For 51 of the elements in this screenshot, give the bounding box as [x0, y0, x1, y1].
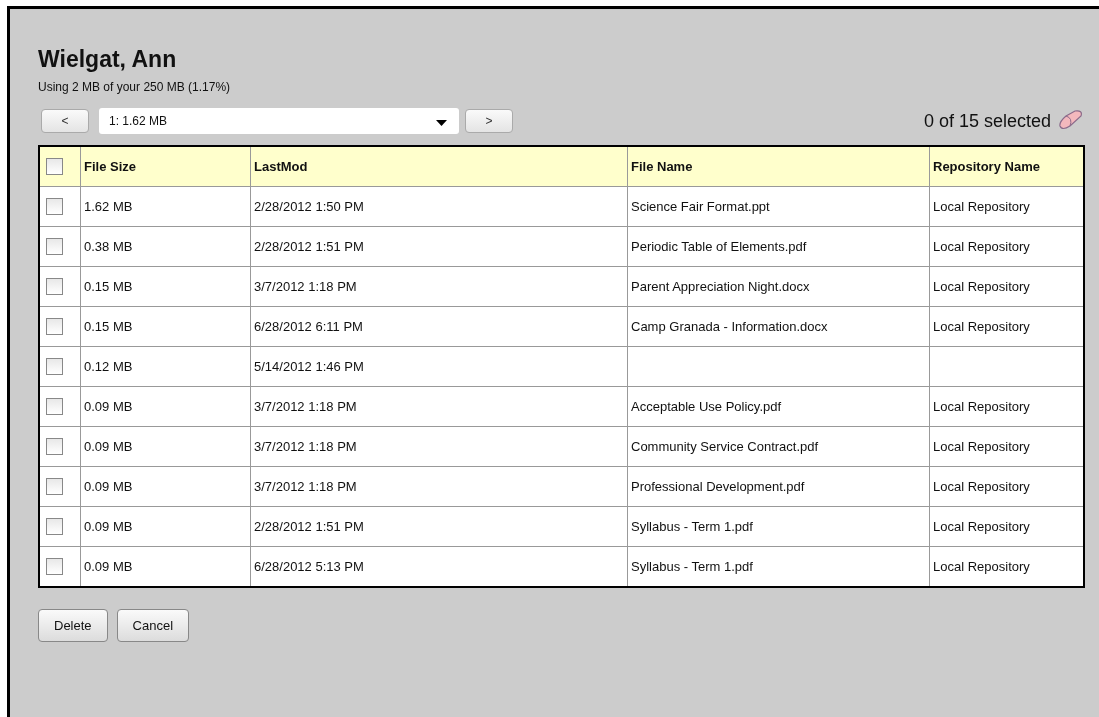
selection-count: 0 of 15 selected: [923, 110, 1051, 132]
previous-button[interactable]: <: [41, 109, 89, 133]
table-cell: 0.09 MB: [80, 386, 251, 427]
row-checkbox[interactable]: [46, 558, 63, 576]
column-header: Repository Name: [929, 146, 1084, 187]
table-cell: 2/28/2012 1:51 PM: [250, 226, 628, 267]
next-button[interactable]: >: [465, 109, 513, 133]
row-checkbox[interactable]: [46, 198, 63, 216]
delete-button[interactable]: Delete: [38, 609, 108, 642]
table-cell: Professional Development.pdf: [627, 466, 930, 507]
storage-usage-text: Using 2 MB of your 250 MB (1.17%): [38, 79, 232, 95]
table-cell: Periodic Table of Elements.pdf: [627, 226, 930, 267]
table-cell: Camp Granada - Information.docx: [627, 306, 930, 347]
table-cell: Acceptable Use Policy.pdf: [627, 386, 930, 427]
table-cell: 0.09 MB: [80, 466, 251, 507]
table-cell: 2/28/2012 1:51 PM: [250, 506, 628, 547]
row-checkbox[interactable]: [46, 238, 63, 256]
row-checkbox[interactable]: [46, 398, 63, 416]
table-cell: 3/7/2012 1:18 PM: [250, 386, 628, 427]
table-cell: 3/7/2012 1:18 PM: [250, 466, 628, 507]
table-cell: 3/7/2012 1:18 PM: [250, 426, 628, 467]
table-cell: Community Service Contract.pdf: [627, 426, 930, 467]
row-checkbox[interactable]: [46, 438, 63, 456]
row-checkbox[interactable]: [46, 278, 63, 296]
table-cell: 2/28/2012 1:50 PM: [250, 186, 628, 227]
column-header: File Name: [627, 146, 930, 187]
cancel-button[interactable]: Cancel: [116, 609, 190, 642]
row-checkbox[interactable]: [46, 478, 63, 496]
table-cell: Parent Appreciation Night.docx: [627, 266, 930, 307]
table-cell: 3/7/2012 1:18 PM: [250, 266, 628, 307]
table-cell: 5/14/2012 1:46 PM: [250, 346, 628, 387]
row-checkbox[interactable]: [46, 358, 63, 376]
table-cell: 0.15 MB: [80, 266, 251, 307]
dropdown-caret-icon: [436, 120, 447, 126]
select-all-checkbox[interactable]: [46, 158, 63, 176]
table-cell: 0.09 MB: [80, 506, 251, 547]
column-header: LastMod: [250, 146, 628, 187]
row-checkbox[interactable]: [46, 518, 63, 536]
table-cell: Syllabus - Term 1.pdf: [627, 506, 930, 547]
table-cell: 0.12 MB: [80, 346, 251, 387]
table-cell: 1.62 MB: [80, 186, 251, 227]
eraser-icon[interactable]: [1057, 110, 1085, 132]
table-cell: 0.38 MB: [80, 226, 251, 267]
table-cell: 6/28/2012 6:11 PM: [250, 306, 628, 347]
user-name-title: Wielgat, Ann: [38, 45, 178, 73]
table-cell: 0.15 MB: [80, 306, 251, 347]
table-cell: 0.09 MB: [80, 426, 251, 467]
row-checkbox[interactable]: [46, 318, 63, 336]
column-header: File Size: [80, 146, 251, 187]
file-dropdown[interactable]: 1: 1.62 MB: [99, 108, 459, 134]
table-cell: Science Fair Format.ppt: [627, 186, 930, 227]
